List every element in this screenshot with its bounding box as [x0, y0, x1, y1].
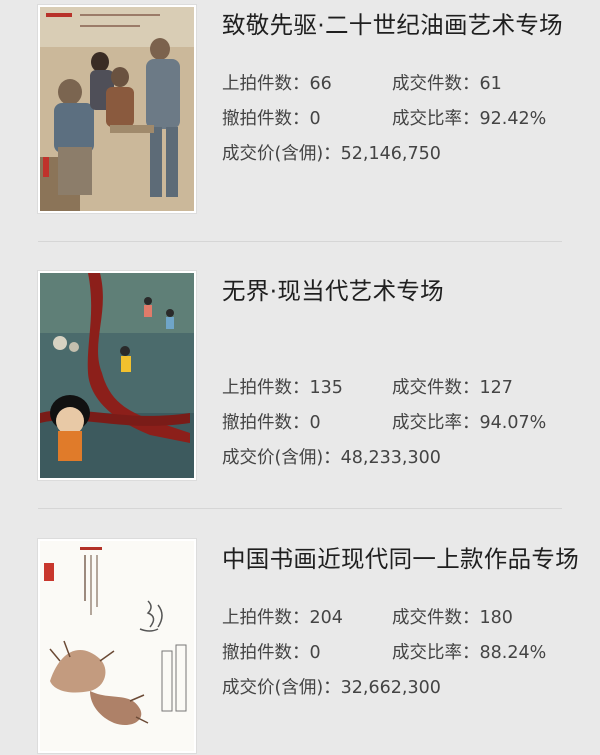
auction-stats: 上拍件数：204 成交件数：180 撤拍件数：0 成交比率：88.24% 成交价…: [222, 601, 582, 706]
oil-painting-cover: [40, 7, 194, 211]
auction-item[interactable]: 致敬先驱·二十世纪油画艺术专场 上拍件数：66 成交件数：61 撤拍件数：0 成…: [0, 0, 600, 241]
catalog-cover-image[interactable]: [38, 539, 196, 753]
lots-offered: 上拍件数：204: [222, 608, 343, 628]
auction-results-list: 致敬先驱·二十世纪油画艺术专场 上拍件数：66 成交件数：61 撤拍件数：0 成…: [0, 0, 600, 755]
auction-title[interactable]: 无界·现当代艺术专场: [222, 270, 582, 312]
lots-sold: 成交件数：61: [392, 74, 502, 94]
auction-stats: 上拍件数：135 成交件数：127 撤拍件数：0 成交比率：94.07% 成交价…: [222, 371, 582, 476]
lots-withdrawn: 撤拍件数：0: [222, 109, 321, 129]
auction-info: 无界·现当代艺术专场 上拍件数：135 成交件数：127 撤拍件数：0 成交比率…: [222, 270, 582, 476]
lots-sold: 成交件数：180: [392, 608, 513, 628]
sell-through-rate: 成交比率：88.24%: [392, 643, 547, 663]
contemporary-art-cover: [40, 273, 194, 478]
lots-offered: 上拍件数：135: [222, 378, 343, 398]
lots-withdrawn: 撤拍件数：0: [222, 643, 321, 663]
sell-through-rate: 成交比率：92.42%: [392, 109, 547, 129]
catalog-cover-image[interactable]: [38, 5, 196, 213]
total-price: 成交价(含佣)：48,233,300: [222, 448, 441, 468]
auction-item[interactable]: 中国书画近现代同一上款作品专场 上拍件数：204 成交件数：180 撤拍件数：0…: [0, 509, 600, 755]
auction-title[interactable]: 致敬先驱·二十世纪油画艺术专场: [222, 4, 582, 46]
lots-withdrawn: 撤拍件数：0: [222, 413, 321, 433]
auction-title[interactable]: 中国书画近现代同一上款作品专场: [222, 538, 582, 580]
total-price: 成交价(含佣)：32,662,300: [222, 678, 441, 698]
auction-stats: 上拍件数：66 成交件数：61 撤拍件数：0 成交比率：92.42% 成交价(含…: [222, 67, 582, 172]
total-price: 成交价(含佣)：52,146,750: [222, 144, 441, 164]
auction-info: 中国书画近现代同一上款作品专场 上拍件数：204 成交件数：180 撤拍件数：0…: [222, 538, 582, 706]
sell-through-rate: 成交比率：94.07%: [392, 413, 547, 433]
catalog-cover-image[interactable]: [38, 271, 196, 480]
auction-item[interactable]: 无界·现当代艺术专场 上拍件数：135 成交件数：127 撤拍件数：0 成交比率…: [0, 242, 600, 508]
chinese-painting-cover: [40, 541, 194, 751]
auction-info: 致敬先驱·二十世纪油画艺术专场 上拍件数：66 成交件数：61 撤拍件数：0 成…: [222, 4, 582, 172]
lots-offered: 上拍件数：66: [222, 74, 332, 94]
lots-sold: 成交件数：127: [392, 378, 513, 398]
